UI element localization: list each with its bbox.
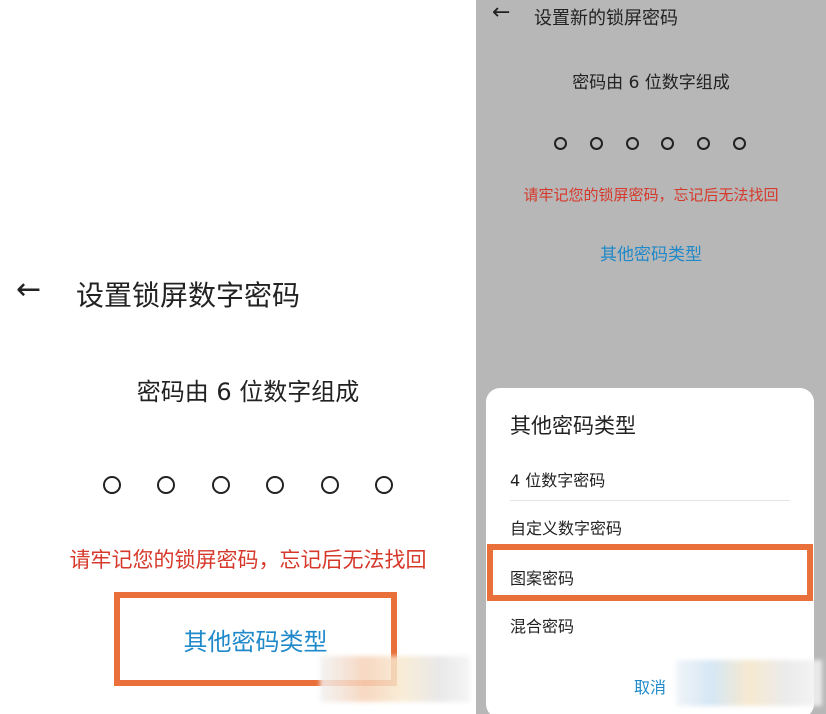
pin-dot xyxy=(554,137,567,150)
pin-dot xyxy=(732,137,746,150)
back-arrow-icon[interactable]: ← xyxy=(16,275,41,305)
left-screen: ← 设置锁屏数字密码 密码由 6 位数字组成 请牢记您的锁屏密码，忘记后无法找回… xyxy=(0,0,476,714)
pin-length-hint: 密码由 6 位数字组成 xyxy=(136,378,360,406)
blurred-watermark xyxy=(676,660,822,706)
pin-dot xyxy=(320,476,339,494)
option-custom-digit[interactable]: 自定义数字密码 xyxy=(510,515,790,539)
page-title: 设置新的锁屏密码 xyxy=(534,8,678,29)
other-password-types-link[interactable]: 其他密码类型 xyxy=(476,240,826,265)
blurred-watermark xyxy=(320,656,470,702)
pin-dot xyxy=(374,476,393,494)
pin-dot xyxy=(103,476,121,494)
pin-dot xyxy=(211,476,230,494)
sheet-title: 其他密码类型 xyxy=(510,414,636,438)
back-arrow-icon[interactable]: ← xyxy=(492,2,510,24)
page-title: 设置锁屏数字密码 xyxy=(76,279,301,312)
pin-dot xyxy=(157,476,176,494)
pin-dot xyxy=(625,137,639,150)
option-mixed[interactable]: 混合密码 xyxy=(510,613,790,637)
highlight-box xyxy=(487,544,813,601)
divider xyxy=(510,500,790,501)
pin-dot xyxy=(697,137,711,150)
other-password-types-link[interactable]: 其他密码类型 xyxy=(114,622,397,657)
pin-dot xyxy=(589,137,603,150)
forget-warning: 请牢记您的锁屏密码，忘记后无法找回 xyxy=(69,548,427,572)
pin-dot xyxy=(661,137,675,150)
pin-dot xyxy=(266,476,285,494)
pin-dots xyxy=(103,476,393,494)
forget-warning: 请牢记您的锁屏密码，忘记后无法找回 xyxy=(523,186,779,204)
right-screen: ← 设置新的锁屏密码 密码由 6 位数字组成 请牢记您的锁屏密码，忘记后无法找回… xyxy=(476,0,826,714)
pin-length-hint: 密码由 6 位数字组成 xyxy=(572,73,730,93)
pin-dots xyxy=(554,137,746,150)
option-4-digit[interactable]: 4 位数字密码 xyxy=(510,467,790,491)
